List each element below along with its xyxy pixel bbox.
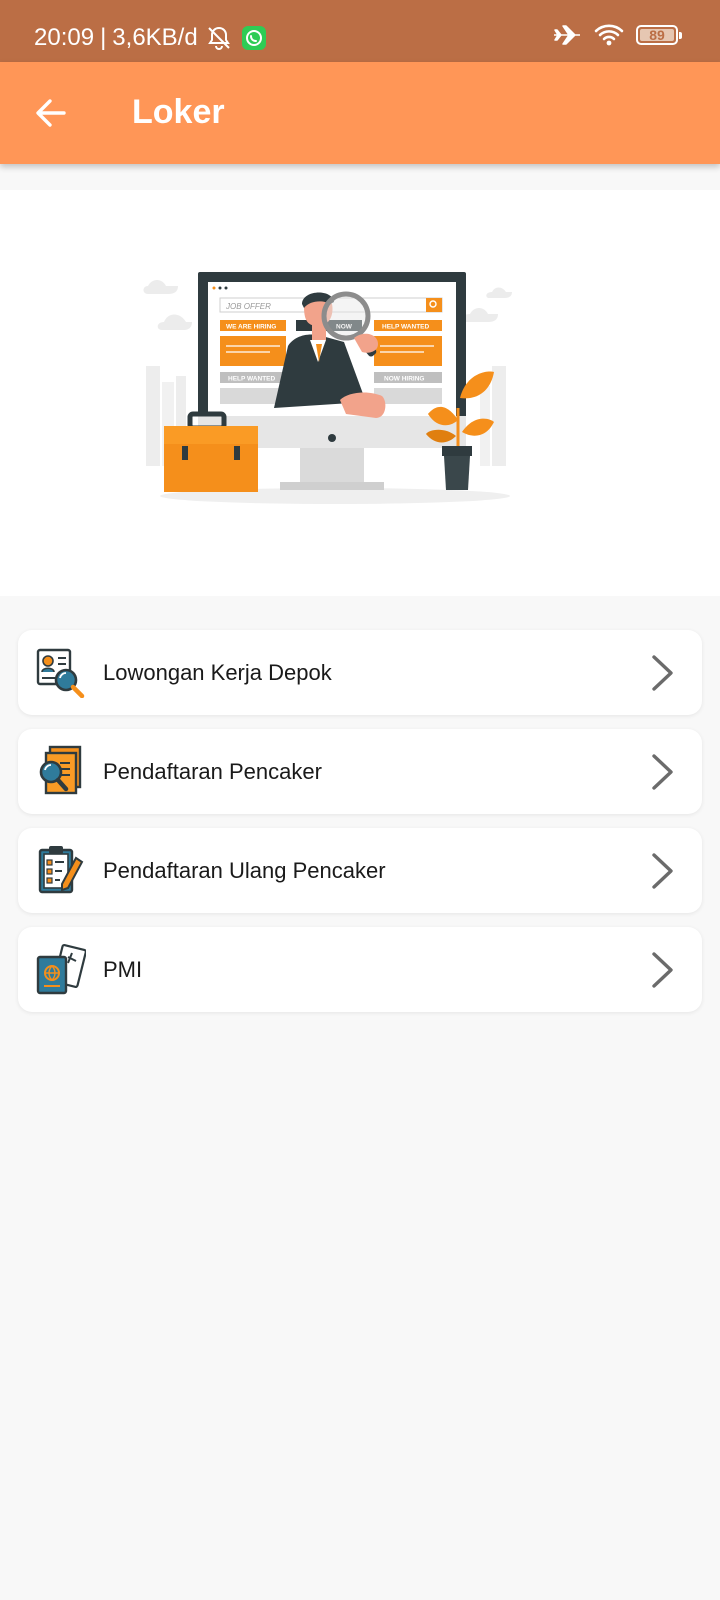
status-separator: | (100, 24, 107, 51)
airplane-icon (552, 22, 582, 48)
screen-tag-3: HELP WANTED (382, 324, 429, 331)
mute-icon (206, 25, 232, 51)
screen-search-text: JOB OFFER (225, 302, 271, 311)
document-search-icon (39, 745, 82, 795)
battery-icon: 89 (636, 25, 682, 45)
menu-item-label: Lowongan Kerja Depok (103, 660, 332, 685)
arrow-left-icon (36, 99, 66, 127)
job-search-icon (36, 648, 85, 698)
battery-level: 89 (649, 27, 665, 43)
status-bar: 20:09 | 3,6KB/d 89 (0, 0, 720, 62)
menu-item-label: Pendaftaran Ulang Pencaker (103, 858, 386, 883)
status-time: 20:09 (34, 24, 95, 51)
menu-list: Lowongan Kerja Depok Pendaftaran Pencake… (18, 630, 702, 1026)
wifi-icon (594, 23, 624, 47)
menu-item-pendaftaran-pencaker[interactable]: Pendaftaran Pencaker (18, 729, 702, 814)
chevron-right-icon (652, 655, 673, 691)
banner: JOB OFFER WE ARE HIRING NOW HELP WANTED … (0, 190, 720, 596)
chevron-right-icon (652, 754, 673, 790)
screen-tag-5: NOW HIRING (384, 376, 424, 383)
status-right: 89 (552, 22, 682, 48)
status-left: 20:09 | 3,6KB/d (34, 24, 266, 52)
app-bar: Loker (0, 62, 720, 164)
chevron-right-icon (652, 952, 673, 988)
page-title: Loker (132, 93, 225, 131)
menu-item-lowongan-kerja-depok[interactable]: Lowongan Kerja Depok (18, 630, 702, 715)
menu-item-label: PMI (103, 957, 143, 982)
menu-item-pendaftaran-ulang-pencaker[interactable]: Pendaftaran Ulang Pencaker (18, 828, 702, 913)
chevron-right-icon (652, 853, 673, 889)
whatsapp-icon (241, 26, 266, 50)
menu-item-pmi[interactable]: PMI (18, 927, 702, 1012)
screen-tag-1: WE ARE HIRING (226, 324, 276, 331)
clipboard-checklist-icon (38, 846, 84, 894)
screen-tag-4: HELP WANTED (228, 376, 275, 383)
back-button[interactable] (30, 92, 72, 134)
menu-item-label: Pendaftaran Pencaker (103, 759, 322, 784)
passport-ticket-icon (36, 943, 86, 995)
status-net-speed: 3,6KB/d (112, 24, 198, 51)
job-search-illustration: JOB OFFER WE ARE HIRING NOW HELP WANTED … (143, 272, 512, 504)
